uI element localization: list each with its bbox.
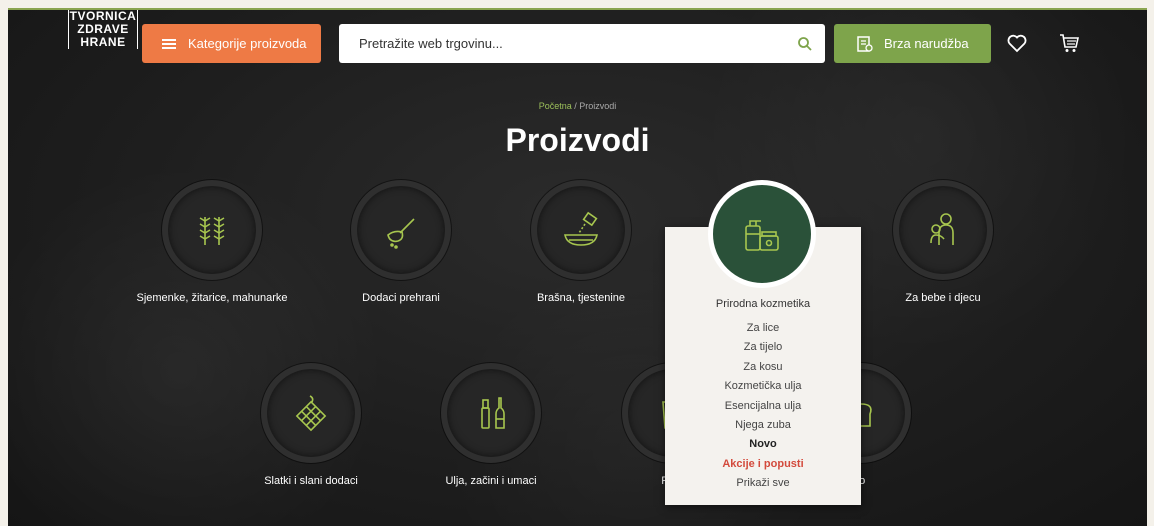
category-flour-pasta[interactable]: Brašna, tjestenine — [491, 180, 671, 304]
category-circle — [162, 180, 262, 280]
category-oils-spices[interactable]: Ulja, začini i umaci — [401, 363, 581, 487]
spoon-icon — [387, 218, 415, 249]
category-supplements[interactable]: Dodaci prehrani — [311, 180, 491, 304]
category-circle — [351, 180, 451, 280]
dropdown-item-new[interactable]: Novo — [665, 435, 861, 454]
search-icon[interactable] — [785, 36, 825, 52]
dropdown-item-sale[interactable]: Akcije i popusti — [665, 455, 861, 474]
wheat-icon — [199, 217, 225, 245]
search-input[interactable] — [339, 23, 785, 64]
cosmetics-icon — [745, 220, 779, 251]
breadcrumb-current: Proizvodi — [579, 101, 617, 111]
category-label: Sjemenke, žitarice, mahunarke — [136, 292, 288, 304]
dropdown-item[interactable]: Esencijalna ulja — [665, 397, 861, 416]
category-label: Slatki i slani dodaci — [264, 475, 358, 487]
quick-order-button[interactable]: Brza narudžba — [834, 24, 991, 63]
categories-button-label: Kategorije proizvoda — [188, 36, 307, 51]
category-seeds[interactable]: Sjemenke, žitarice, mahunarke — [122, 180, 302, 304]
hero-background: TVORNICA ZDRAVE HRANE Kategorije proizvo… — [8, 8, 1147, 526]
category-circle — [893, 180, 993, 280]
search-bar — [339, 23, 825, 64]
logo-line-3: HRANE — [68, 36, 138, 49]
category-label: Za bebe i djecu — [905, 292, 981, 304]
page-title: Proizvodi — [505, 122, 650, 158]
category-circle — [531, 180, 631, 280]
dropdown-item[interactable]: Za kosu — [665, 358, 861, 377]
hamburger-icon — [162, 38, 176, 49]
category-label: Brašna, tjestenine — [536, 292, 626, 304]
bottles-icon — [481, 397, 505, 429]
dropdown-item[interactable]: Njega zuba — [665, 416, 861, 435]
dropdown-item[interactable]: Kozmetička ulja — [665, 377, 861, 396]
dropdown-item[interactable]: Za tijelo — [665, 338, 861, 357]
categories-button[interactable]: Kategorije proizvoda — [142, 24, 321, 63]
category-label: Dodaci prehrani — [362, 292, 440, 304]
dropdown-item[interactable]: Za lice — [665, 319, 861, 338]
breadcrumb: Početna / Proizvodi — [8, 101, 1147, 111]
breadcrumb-separator: / — [574, 101, 577, 111]
chocolate-icon — [295, 395, 327, 432]
category-circle — [441, 363, 541, 463]
heart-icon[interactable] — [1006, 32, 1028, 54]
dropdown-list: Za lice Za tijelo Za kosu Kozmetička ulj… — [665, 319, 861, 494]
category-label: Ulja, začini i umaci — [445, 475, 537, 487]
top-accent-line — [8, 8, 1147, 10]
order-list-icon — [857, 35, 873, 52]
flour-bowl-icon — [564, 211, 598, 246]
dropdown-item-show-all[interactable]: Prikaži sve — [665, 474, 861, 493]
site-logo[interactable]: TVORNICA ZDRAVE HRANE — [68, 10, 138, 70]
category-cosmetics-circle[interactable] — [708, 180, 816, 288]
mother-baby-icon — [930, 213, 954, 245]
quick-order-label: Brza narudžba — [884, 36, 969, 51]
breadcrumb-home[interactable]: Početna — [539, 101, 572, 111]
cart-icon[interactable] — [1058, 32, 1080, 54]
category-baby[interactable]: Za bebe i djecu — [853, 180, 1033, 304]
category-circle — [261, 363, 361, 463]
category-sweet-salty[interactable]: Slatki i slani dodaci — [221, 363, 401, 487]
dropdown-title[interactable]: Prirodna kozmetika — [665, 298, 861, 310]
